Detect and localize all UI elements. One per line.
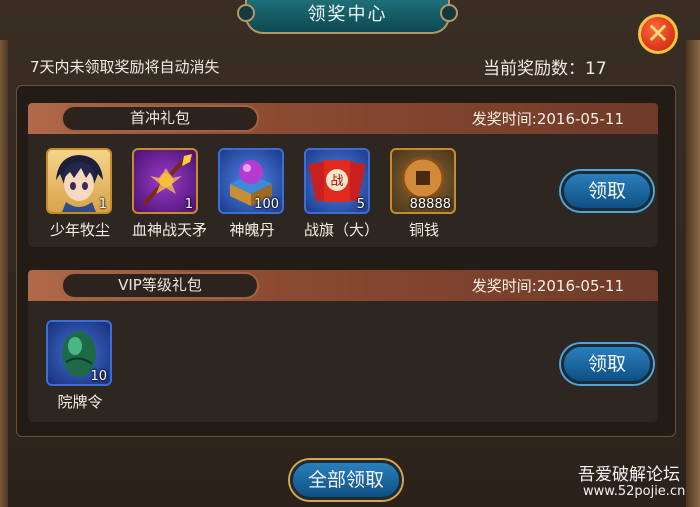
item-quantity: 88888 (409, 197, 451, 212)
item-name: 血神战天矛 (132, 221, 208, 239)
watermark-title: 吾爱破解论坛 (578, 465, 680, 485)
claim-all-button[interactable]: 全部领取 (290, 460, 402, 500)
spear-icon: 1 (132, 148, 198, 214)
reward-item[interactable]: 10 院牌令 (46, 320, 114, 412)
reward-item[interactable]: 1 血神战天矛 (132, 148, 208, 240)
reward-pack-vip: VIP等级礼包 发奖时间:2016-05-11 10 院牌令 领取 (28, 270, 658, 422)
green-egg-token-icon: 10 (46, 320, 112, 386)
reward-count-label: 当前奖励数： (483, 59, 585, 79)
pack-header-ribbon: 首冲礼包 发奖时间:2016-05-11 (28, 103, 658, 134)
item-name: 战旗（大） (304, 221, 380, 239)
reward-item[interactable]: 88888 铜钱 (390, 148, 458, 240)
reward-pack-first-recharge: 首冲礼包 发奖时间:2016-05-11 1 少年牧尘 1 血神战天矛 100 … (28, 103, 658, 247)
item-name: 铜钱 (408, 221, 439, 239)
item-name: 少年牧尘 (49, 221, 110, 239)
pack-date: 发奖时间:2016-05-11 (471, 110, 624, 128)
reward-item[interactable]: 100 神魄丹 (218, 148, 286, 240)
reward-item[interactable]: 战 5 战旗（大） (304, 148, 380, 240)
reward-count-value: 17 (585, 59, 607, 79)
item-quantity: 1 (184, 197, 193, 212)
dialog-title: 领奖中心 (237, 0, 458, 34)
frame-right-edge (686, 40, 700, 507)
pack-date: 发奖时间:2016-05-11 (471, 277, 624, 295)
copper-coin-icon: 88888 (390, 148, 456, 214)
claim-button[interactable]: 领取 (561, 171, 653, 211)
expiry-notice: 7天内未领取奖励将自动消失 (30, 58, 220, 76)
close-button[interactable]: ✕ (638, 14, 678, 54)
item-quantity: 5 (356, 197, 365, 212)
treasure-chest-icon: 100 (218, 148, 284, 214)
hero-portrait-icon: 1 (46, 148, 112, 214)
pack-title: VIP等级礼包 (61, 272, 259, 299)
reward-item[interactable]: 1 少年牧尘 (46, 148, 114, 240)
item-name: 院牌令 (57, 393, 103, 411)
item-quantity: 1 (98, 197, 107, 212)
item-quantity: 100 (254, 197, 279, 212)
watermark-url: www.52pojie.cn (583, 484, 686, 499)
pack-title: 首冲礼包 (61, 105, 259, 132)
pack-header-ribbon: VIP等级礼包 发奖时间:2016-05-11 (28, 270, 658, 301)
item-name: 神魄丹 (229, 221, 275, 239)
svg-text:战: 战 (330, 174, 343, 189)
reward-count: 当前奖励数：17 (483, 54, 607, 79)
frame-left-edge (0, 40, 8, 507)
item-quantity: 10 (90, 369, 107, 384)
war-flag-icon: 战 5 (304, 148, 370, 214)
claim-button[interactable]: 领取 (561, 344, 653, 384)
